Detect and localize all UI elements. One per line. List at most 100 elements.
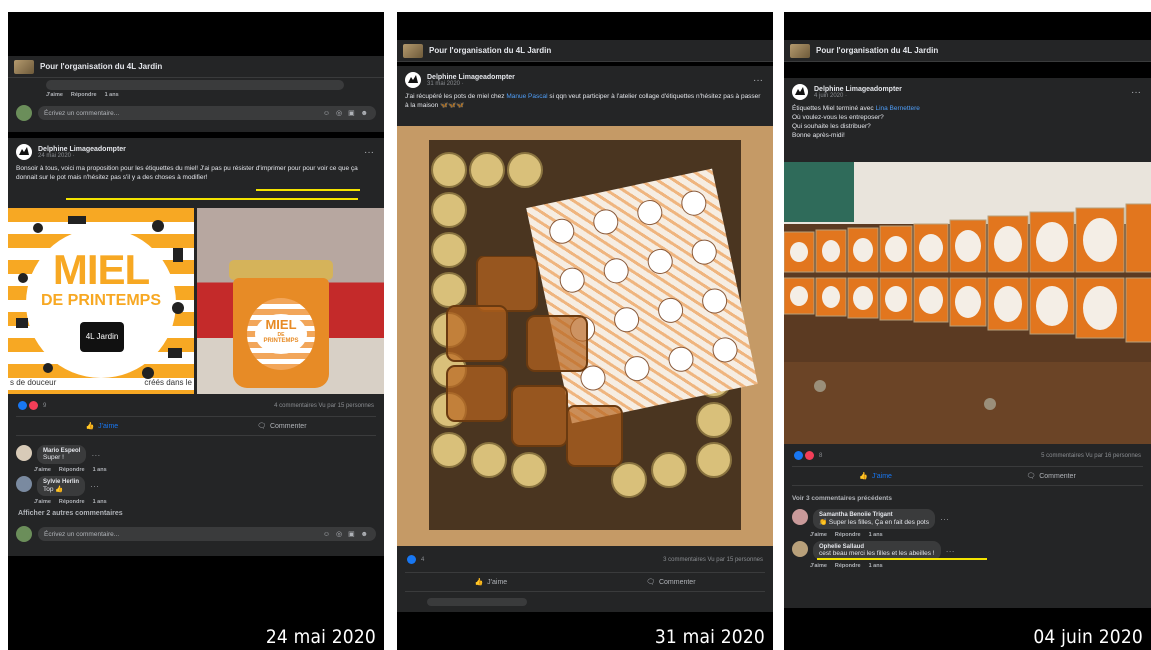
date-caption: 24 mai 2020 bbox=[265, 626, 376, 648]
reply-link[interactable]: Répondre bbox=[59, 499, 85, 505]
reaction-summary[interactable]: 9 bbox=[18, 401, 46, 410]
comments-views-count[interactable]: 3 commentaires Vu par 15 personnes bbox=[663, 557, 763, 563]
group-name[interactable]: Pour l'organisation du 4L Jardin bbox=[40, 62, 162, 71]
like-reaction-icon bbox=[407, 555, 416, 564]
screenshot-panel-2: Pour l'organisation du 4L Jardin Delphin… bbox=[397, 12, 773, 650]
emoji-icons[interactable]: ☺ ◎ ▣ ☻ bbox=[323, 530, 370, 538]
more-options-icon[interactable]: ··· bbox=[1131, 87, 1141, 98]
reaction-summary[interactable]: 4 bbox=[407, 555, 424, 564]
post-time[interactable]: 4 juin 2020 · bbox=[814, 93, 902, 99]
comments-views-count[interactable]: 5 commentaires Vu par 16 personnes bbox=[1041, 453, 1141, 459]
empty-jars bbox=[446, 256, 623, 467]
user-avatar bbox=[16, 526, 32, 542]
commenter-avatar[interactable] bbox=[792, 541, 808, 557]
comment: Samantha Benoiie Trigant 👏 Super les fil… bbox=[784, 506, 1151, 532]
previous-post-footer: J'aime Répondre 1 ans Écrivez un comment… bbox=[8, 78, 384, 132]
mention-link[interactable]: Manue Pascal bbox=[506, 93, 547, 100]
like-button[interactable]: 👍 J'aime bbox=[474, 578, 507, 587]
comment-button[interactable]: 🗨 Commenter bbox=[257, 422, 306, 431]
post-stats: 4 3 commentaires Vu par 15 personnes bbox=[397, 552, 773, 567]
group-name[interactable]: Pour l'organisation du 4L Jardin bbox=[816, 46, 938, 55]
commenter-avatar[interactable] bbox=[16, 445, 32, 461]
like-link[interactable]: J'aime bbox=[34, 499, 51, 505]
comment-text: Top 👍 bbox=[43, 486, 64, 493]
author-avatar[interactable] bbox=[405, 72, 421, 88]
post-image-box-of-jars[interactable] bbox=[397, 126, 773, 546]
author-name[interactable]: Delphine Limageadompter bbox=[38, 146, 126, 153]
more-options-icon[interactable]: ··· bbox=[364, 147, 374, 158]
post-text: Étiquettes Miel terminé avec Lina Bernet… bbox=[792, 105, 920, 139]
comments-views-count[interactable]: 4 commentaires Vu par 15 personnes bbox=[274, 403, 374, 409]
post-card: Delphine Limageadompter 31 mai 2020 · ··… bbox=[397, 66, 773, 612]
reaction-summary[interactable]: 8 bbox=[794, 451, 822, 460]
like-link[interactable]: J'aime bbox=[810, 563, 827, 569]
comment-button[interactable]: 🗨 Commenter bbox=[1026, 472, 1075, 481]
mention-link[interactable]: Lina Bernettere bbox=[875, 105, 919, 112]
show-more-comments-link[interactable]: Afficher 2 autres commentaires bbox=[8, 505, 384, 523]
highlight-underline bbox=[66, 198, 358, 200]
comment-input[interactable]: Écrivez un commentaire... ☺ ◎ ▣ ☻ bbox=[38, 527, 376, 541]
author-avatar[interactable] bbox=[16, 144, 32, 160]
post-image-shelf-of-jars[interactable] bbox=[784, 162, 1151, 444]
date-caption: 31 mai 2020 bbox=[654, 626, 765, 648]
comment-composer: Écrivez un commentaire... ☺ ◎ ▣ ☻ bbox=[8, 102, 384, 124]
truncated-comment bbox=[46, 80, 344, 90]
post-actions: 👍 J'aime 🗨 Commenter bbox=[16, 416, 376, 436]
comment-text: Super ! bbox=[43, 454, 64, 461]
comment-icon: 🗨 bbox=[1026, 473, 1036, 480]
comment-more-icon[interactable]: ··· bbox=[940, 514, 949, 524]
reply-link[interactable]: Répondre bbox=[835, 563, 861, 569]
commenter-avatar[interactable] bbox=[16, 476, 32, 492]
jar-lid bbox=[229, 260, 333, 280]
emoji-icons[interactable]: ☺ ◎ ▣ ☻ bbox=[323, 109, 370, 117]
author-avatar[interactable] bbox=[792, 84, 808, 100]
truncated-comment bbox=[427, 598, 527, 606]
comments-list: Mario Espeol Super ! ··· J'aime Répondre… bbox=[8, 442, 384, 545]
group-name[interactable]: Pour l'organisation du 4L Jardin bbox=[429, 46, 551, 55]
comments-list: Voir 3 commentaires précédents Samantha … bbox=[784, 492, 1151, 569]
comment-more-icon[interactable]: ··· bbox=[91, 450, 100, 460]
comment-more-icon[interactable]: ··· bbox=[946, 546, 955, 556]
post-actions: 👍 J'aime 🗨 Commenter bbox=[792, 466, 1143, 486]
post-stats: 8 5 commentaires Vu par 16 personnes bbox=[784, 448, 1151, 463]
more-options-icon[interactable]: ··· bbox=[753, 75, 763, 86]
comment: Sylvie Herlin Top 👍 ··· bbox=[8, 473, 384, 499]
group-header[interactable]: Pour l'organisation du 4L Jardin bbox=[784, 40, 1151, 62]
reaction-count: 9 bbox=[43, 402, 47, 409]
like-link[interactable]: J'aime bbox=[810, 532, 827, 538]
thumbs-up-icon: 👍 bbox=[85, 423, 95, 430]
post-header: Delphine Limageadompter 31 mai 2020 · ··… bbox=[397, 66, 773, 90]
comment-actions: J'aime Répondre 1 ans bbox=[8, 92, 384, 98]
screenshot-panel-1: Pour l'organisation du 4L Jardin J'aime … bbox=[8, 12, 384, 650]
comment-text: cest beau merci les filles et les abeill… bbox=[819, 550, 935, 557]
like-link[interactable]: J'aime bbox=[46, 92, 63, 98]
like-button[interactable]: 👍 J'aime bbox=[859, 472, 892, 481]
author-name[interactable]: Delphine Limageadompter bbox=[814, 86, 902, 93]
group-thumbnail bbox=[403, 43, 423, 58]
comment-bubble: Samantha Benoiie Trigant 👏 Super les fil… bbox=[813, 509, 935, 529]
reply-link[interactable]: Répondre bbox=[71, 92, 97, 98]
reply-link[interactable]: Répondre bbox=[59, 467, 85, 473]
group-header[interactable]: Pour l'organisation du 4L Jardin bbox=[397, 40, 773, 62]
comment-time: 1 ans bbox=[104, 92, 119, 98]
post-time[interactable]: 24 mai 2020 · bbox=[38, 153, 126, 159]
comment-input[interactable]: Écrivez un commentaire... ☺ ◎ ▣ ☻ bbox=[38, 106, 376, 120]
post-time[interactable]: 31 mai 2020 · bbox=[427, 81, 515, 87]
reply-link[interactable]: Répondre bbox=[835, 532, 861, 538]
group-header[interactable]: Pour l'organisation du 4L Jardin bbox=[8, 56, 384, 78]
post-text: Bonsoir à tous, voici ma proposition pou… bbox=[16, 165, 358, 181]
commenter-avatar[interactable] bbox=[792, 509, 808, 525]
comment-more-icon[interactable]: ··· bbox=[90, 481, 99, 491]
author-name[interactable]: Delphine Limageadompter bbox=[427, 74, 515, 81]
jar-label: MIEL DE PRINTEMPS bbox=[247, 298, 315, 370]
previous-comments-link[interactable]: Voir 3 commentaires précédents bbox=[784, 492, 1151, 506]
like-link[interactable]: J'aime bbox=[34, 467, 51, 473]
comment-button[interactable]: 🗨 Commenter bbox=[646, 578, 695, 587]
highlight-underline bbox=[256, 189, 360, 191]
jar-label-text-3: PRINTEMPS bbox=[263, 338, 299, 344]
label-design-image[interactable]: MIEL DE PRINTEMPS 4L Jardin s de douceur… bbox=[8, 208, 194, 394]
like-reaction-icon bbox=[794, 451, 803, 460]
jar-photo-image[interactable]: MIEL DE PRINTEMPS bbox=[197, 208, 384, 394]
post-images[interactable]: MIEL DE PRINTEMPS 4L Jardin s de douceur… bbox=[8, 208, 384, 394]
like-button[interactable]: 👍 J'aime bbox=[85, 422, 118, 431]
